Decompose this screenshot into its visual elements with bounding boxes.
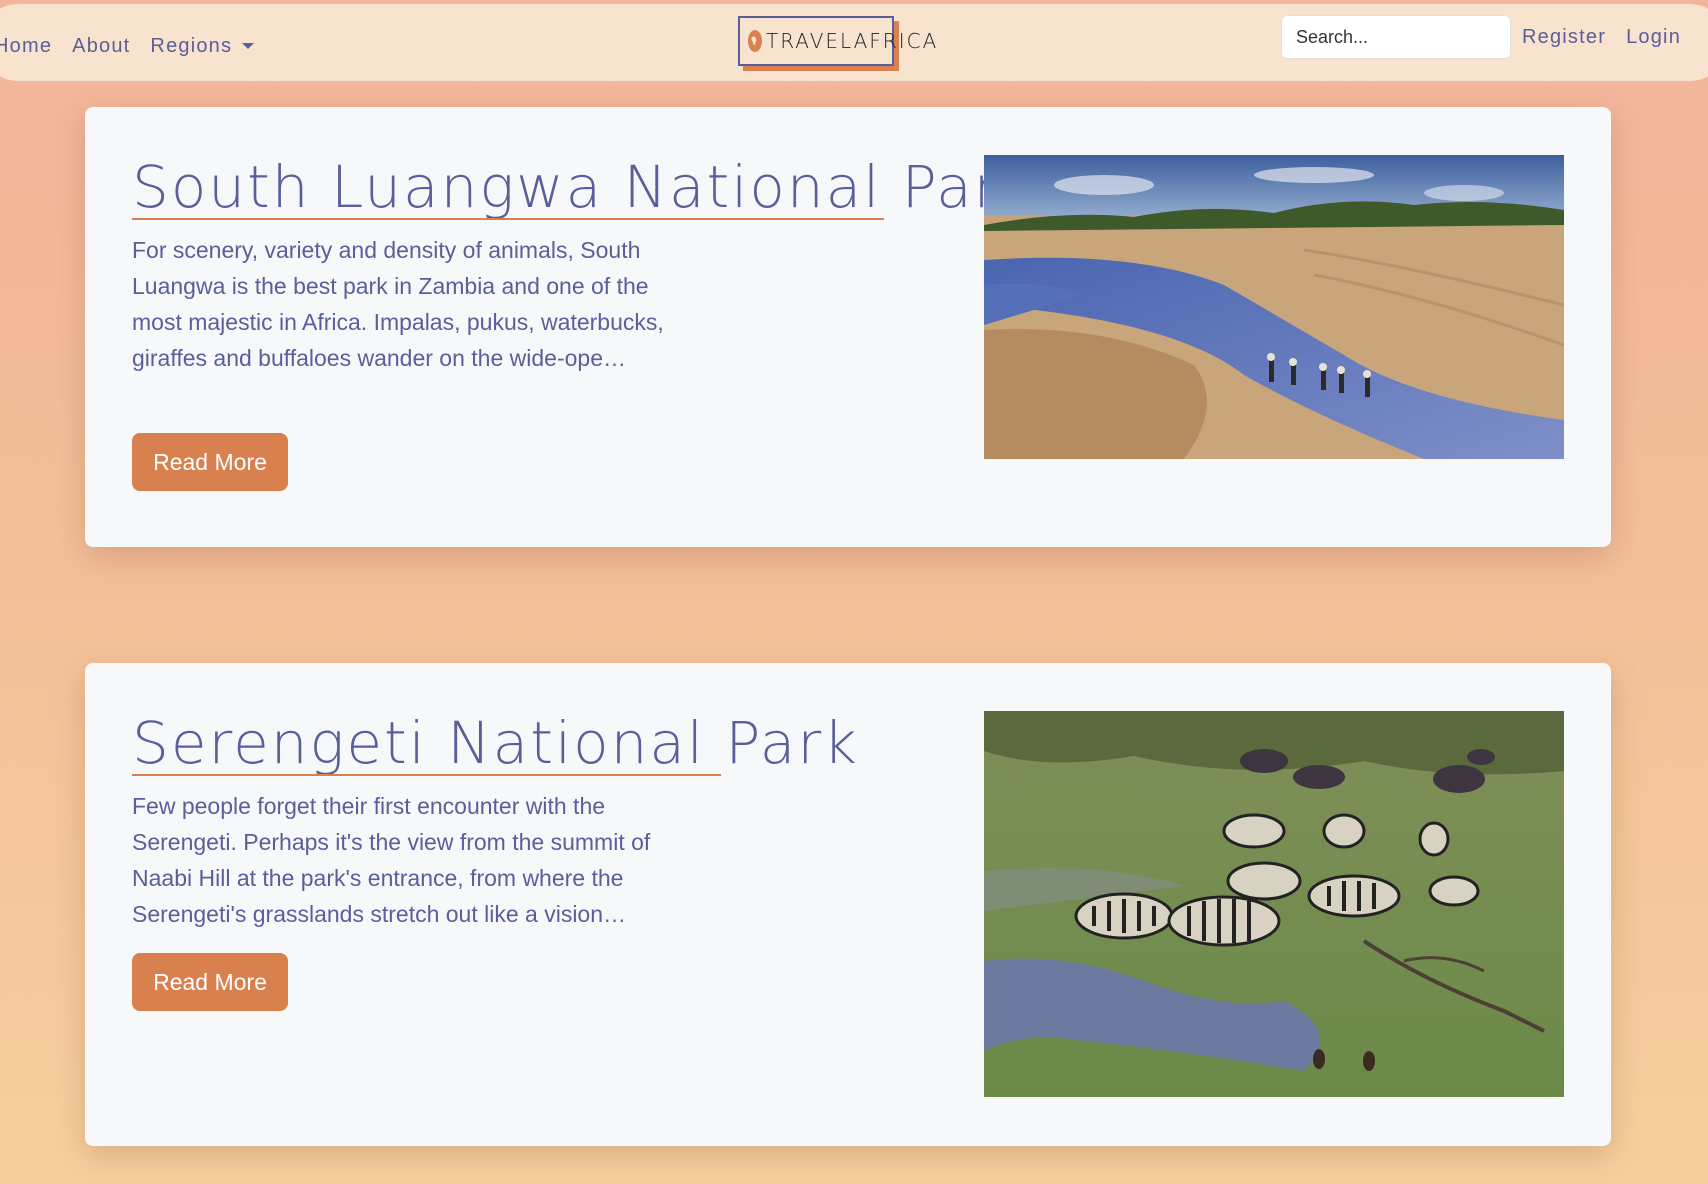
nav-home-link[interactable]: Home xyxy=(0,35,52,58)
zebras-image xyxy=(984,711,1564,1097)
brand-logo[interactable]: TRAVELAFRICA xyxy=(738,16,936,66)
river-safari-image xyxy=(984,155,1564,459)
nav-right-links: Register Login xyxy=(1522,0,1701,74)
park-title: South Luangwa National Park xyxy=(132,153,1036,221)
register-link[interactable]: Register xyxy=(1522,26,1606,49)
globe-icon xyxy=(748,30,762,52)
read-more-button[interactable]: Read More xyxy=(132,953,288,1011)
title-underline xyxy=(132,774,721,776)
nav-regions-label: Regions xyxy=(150,34,233,57)
park-description: Few people forget their first encounter … xyxy=(132,793,651,927)
park-card: Serengeti National Park Few people forge… xyxy=(85,663,1611,1146)
nav-regions-dropdown[interactable]: Regions xyxy=(150,34,255,58)
nav-left-links: Home About Regions xyxy=(0,4,274,88)
park-photo xyxy=(984,711,1564,1097)
search-input[interactable] xyxy=(1281,15,1511,59)
nav-about-link[interactable]: About xyxy=(72,35,130,58)
brand-name: TRAVELAFRICA xyxy=(766,29,939,53)
title-underline xyxy=(132,218,884,220)
login-link[interactable]: Login xyxy=(1626,26,1681,49)
read-more-button[interactable]: Read More xyxy=(132,433,288,491)
park-title: Serengeti National Park xyxy=(132,709,859,777)
park-description: For scenery, variety and density of anim… xyxy=(132,237,664,371)
chevron-down-icon xyxy=(242,43,255,49)
park-photo xyxy=(984,155,1564,459)
park-card: South Luangwa National Park For scenery,… xyxy=(85,107,1611,547)
